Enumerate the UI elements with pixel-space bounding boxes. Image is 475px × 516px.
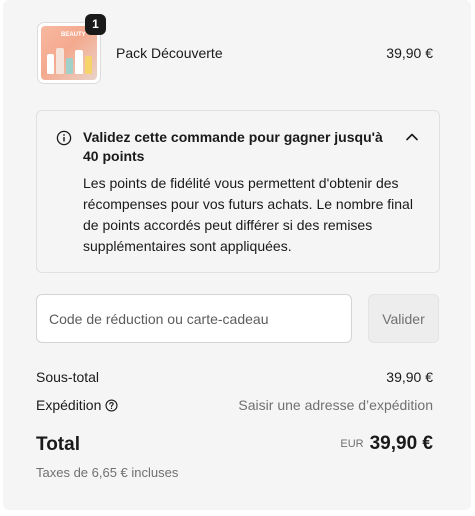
currency-code: EUR xyxy=(340,438,364,450)
shipping-value: Saisir une adresse d’expédition xyxy=(238,397,433,413)
product-bottle xyxy=(66,58,73,74)
product-image-text: BEAUTY xyxy=(61,32,86,38)
loyalty-description: Les points de fidélité vous permettent d… xyxy=(83,175,413,254)
chevron-up-icon[interactable] xyxy=(404,129,420,145)
product-name: Pack Découverte xyxy=(116,45,223,61)
discount-code-input[interactable] xyxy=(36,294,352,343)
shipping-label: Expédition xyxy=(36,397,102,413)
total-value: 39,90 € xyxy=(369,433,433,454)
product-price: 39,90 € xyxy=(386,45,433,61)
subtotal-value: 39,90 € xyxy=(386,369,433,385)
loyalty-points-box: Validez cette commande pour gagner jusqu… xyxy=(36,110,440,273)
taxes-note: Taxes de 6,65 € incluses xyxy=(36,465,179,480)
total-amount: EUR 39,90 € xyxy=(340,433,433,455)
shipping-row: Expédition xyxy=(36,397,118,413)
product-bottle xyxy=(47,54,54,74)
apply-discount-button[interactable]: Valider xyxy=(368,294,439,343)
order-summary-panel: BEAUTY 1 Pack Découverte 39,90 € Validez… xyxy=(3,0,471,510)
loyalty-title: Validez cette commande pour gagner jusqu… xyxy=(83,129,383,164)
product-bottle xyxy=(75,50,83,74)
quantity-badge: 1 xyxy=(85,14,106,35)
subtotal-label: Sous-total xyxy=(36,369,100,385)
product-bottle xyxy=(85,56,92,74)
product-thumbnail: BEAUTY 1 xyxy=(37,14,106,84)
total-label: Total xyxy=(36,434,80,455)
product-bottle xyxy=(56,48,64,74)
question-circle-icon[interactable] xyxy=(105,399,118,412)
info-icon xyxy=(56,130,72,146)
